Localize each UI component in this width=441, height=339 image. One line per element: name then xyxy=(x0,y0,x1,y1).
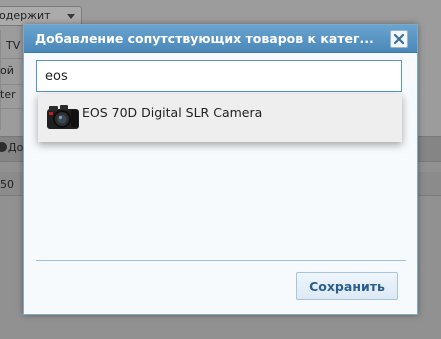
dialog-title: Добавление сопутствующих товаров к катег… xyxy=(35,31,374,46)
dialog-header: Добавление сопутствующих товаров к катег… xyxy=(24,25,417,53)
autocomplete-dropdown: EOS 70D Digital SLR Camera xyxy=(38,94,402,142)
suggestion-item[interactable]: EOS 70D Digital SLR Camera xyxy=(38,94,402,142)
dialog-footer-divider xyxy=(36,260,406,261)
add-related-products-dialog: Добавление сопутствующих товаров к катег… xyxy=(23,24,418,315)
close-button[interactable] xyxy=(390,30,408,48)
suggestion-label: EOS 70D Digital SLR Camera xyxy=(82,105,263,120)
save-button[interactable]: Сохранить xyxy=(296,272,398,300)
camera-thumbnail-icon xyxy=(47,105,79,129)
product-search-input[interactable] xyxy=(36,60,402,92)
close-icon xyxy=(394,34,404,44)
